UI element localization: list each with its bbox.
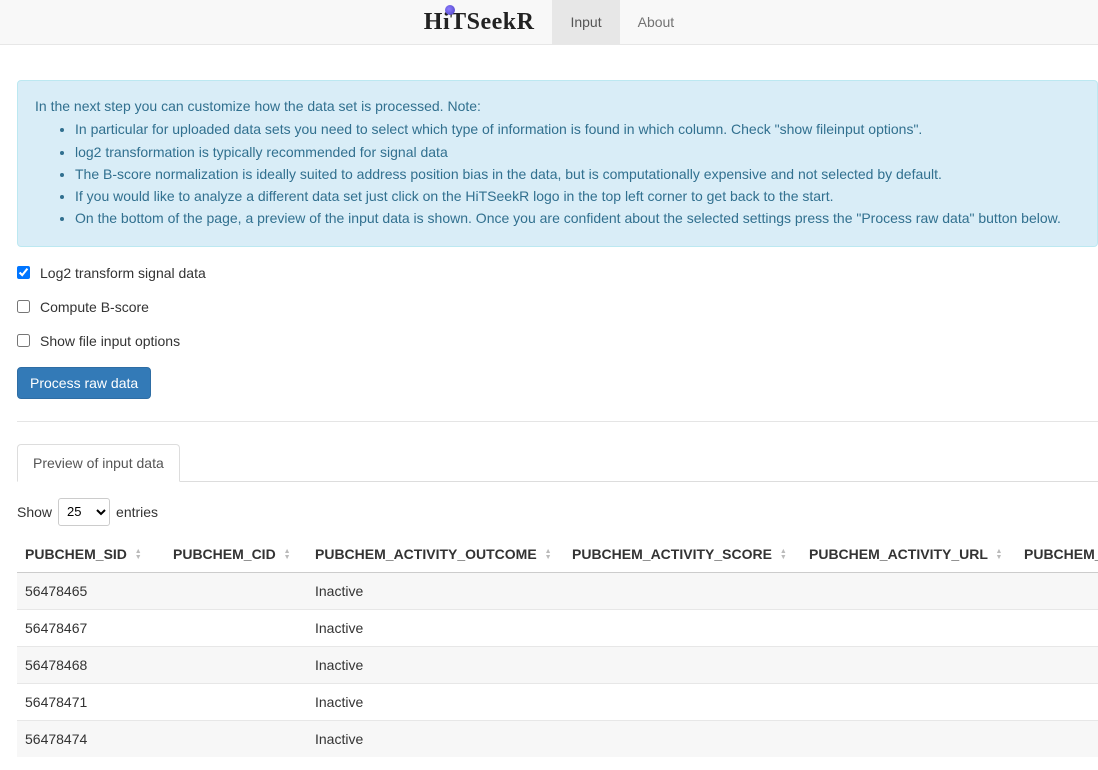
table-cell — [801, 609, 1016, 646]
sort-icon: ▲▼ — [135, 549, 142, 561]
fileinput-checkbox[interactable] — [17, 334, 30, 347]
info-bullet: If you would like to analyze a different… — [75, 186, 1082, 206]
info-bullet: log2 transformation is typically recomme… — [75, 142, 1082, 162]
show-label-pre: Show — [17, 504, 52, 520]
app-logo[interactable]: HiTSeekR — [406, 0, 553, 44]
info-bullet: In particular for uploaded data sets you… — [75, 119, 1082, 139]
show-label-post: entries — [116, 504, 158, 520]
preview-tabs: Preview of input data — [17, 444, 1098, 482]
log2-checkbox[interactable] — [17, 266, 30, 279]
table-cell — [564, 609, 801, 646]
navbar-inner: HiTSeekR Input About — [406, 0, 692, 44]
col-header-activity-url[interactable]: PUBCHEM_ACTIVITY_URL ▲▼ — [801, 536, 1016, 573]
table-cell — [1016, 720, 1098, 757]
option-bscore-row: Compute B-score — [17, 299, 1098, 315]
table-cell: Inactive — [307, 572, 564, 609]
table-cell — [801, 720, 1016, 757]
preview-table: PUBCHEM_SID ▲▼ PUBCHEM_CID ▲▼ PUBCHEM_AC… — [17, 536, 1098, 757]
table-row: 56478468 Inactive — [17, 646, 1098, 683]
process-raw-data-button[interactable]: Process raw data — [17, 367, 151, 399]
tab-preview[interactable]: Preview of input data — [17, 444, 180, 482]
table-cell: Inactive — [307, 646, 564, 683]
table-cell — [801, 572, 1016, 609]
sort-icon: ▲▼ — [545, 549, 552, 561]
table-cell — [1016, 683, 1098, 720]
logo-dot-icon — [445, 5, 455, 15]
table-cell — [801, 646, 1016, 683]
table-cell — [165, 720, 307, 757]
table-cell — [165, 646, 307, 683]
table-cell — [165, 683, 307, 720]
table-cell — [1016, 572, 1098, 609]
nav-tab-about[interactable]: About — [620, 0, 693, 44]
main-container: In the next step you can customize how t… — [0, 45, 1098, 757]
col-header-label: PUBCHEM_CID — [173, 546, 276, 562]
option-fileinput-row: Show file input options — [17, 333, 1098, 349]
info-bullet-list: In particular for uploaded data sets you… — [75, 119, 1082, 228]
top-navbar: HiTSeekR Input About — [0, 0, 1098, 45]
bscore-checkbox[interactable] — [17, 300, 30, 313]
col-header-activity-score[interactable]: PUBCHEM_ACTIVITY_SCORE ▲▼ — [564, 536, 801, 573]
table-row: 56478465 Inactive — [17, 572, 1098, 609]
table-cell — [1016, 646, 1098, 683]
table-length-control: Show 102550100 entries — [17, 498, 1098, 526]
table-row: 56478471 Inactive — [17, 683, 1098, 720]
col-header-label: PUBCHEM_ACTIVITY_OUTCOME — [315, 546, 537, 562]
sort-icon: ▲▼ — [996, 549, 1003, 561]
table-cell: 56478468 — [17, 646, 165, 683]
fileinput-label[interactable]: Show file input options — [40, 333, 180, 349]
table-cell — [564, 683, 801, 720]
table-cell: Inactive — [307, 720, 564, 757]
table-header-row: PUBCHEM_SID ▲▼ PUBCHEM_CID ▲▼ PUBCHEM_AC… — [17, 536, 1098, 573]
col-header-pubchem-cid[interactable]: PUBCHEM_CID ▲▼ — [165, 536, 307, 573]
info-intro: In the next step you can customize how t… — [35, 96, 1082, 116]
info-bullet: On the bottom of the page, a preview of … — [75, 208, 1082, 228]
col-header-label: PUBCHEM_ACTIVITY_SCORE — [572, 546, 772, 562]
nav-tab-input[interactable]: Input — [552, 0, 619, 44]
table-row: 56478467 Inactive — [17, 609, 1098, 646]
col-header-label: PUBCHEM_SID — [25, 546, 127, 562]
table-cell — [165, 572, 307, 609]
page-size-select[interactable]: 102550100 — [58, 498, 110, 526]
table-cell — [1016, 609, 1098, 646]
option-log2-row: Log2 transform signal data — [17, 265, 1098, 281]
table-cell: 56478465 — [17, 572, 165, 609]
sort-icon: ▲▼ — [780, 549, 787, 561]
col-header-activity-outcome[interactable]: PUBCHEM_ACTIVITY_OUTCOME ▲▼ — [307, 536, 564, 573]
info-bullet: The B-score normalization is ideally sui… — [75, 164, 1082, 184]
table-cell — [564, 572, 801, 609]
table-body: 56478465Inactive56478467Inactive56478468… — [17, 572, 1098, 757]
col-header-pubchem-sid[interactable]: PUBCHEM_SID ▲▼ — [17, 536, 165, 573]
table-cell: Inactive — [307, 609, 564, 646]
bscore-label[interactable]: Compute B-score — [40, 299, 149, 315]
table-cell — [564, 646, 801, 683]
col-header-truncated[interactable]: PUBCHEM_A — [1016, 536, 1098, 573]
info-alert: In the next step you can customize how t… — [17, 80, 1098, 247]
separator — [17, 421, 1098, 422]
table-cell: Inactive — [307, 683, 564, 720]
table-row: 56478474 Inactive — [17, 720, 1098, 757]
table-cell — [564, 720, 801, 757]
sort-icon: ▲▼ — [284, 549, 291, 561]
log2-label[interactable]: Log2 transform signal data — [40, 265, 206, 281]
table-cell — [801, 683, 1016, 720]
table-cell — [165, 609, 307, 646]
col-header-label: PUBCHEM_A — [1024, 546, 1098, 562]
col-header-label: PUBCHEM_ACTIVITY_URL — [809, 546, 988, 562]
table-cell: 56478474 — [17, 720, 165, 757]
table-cell: 56478471 — [17, 683, 165, 720]
table-cell: 56478467 — [17, 609, 165, 646]
